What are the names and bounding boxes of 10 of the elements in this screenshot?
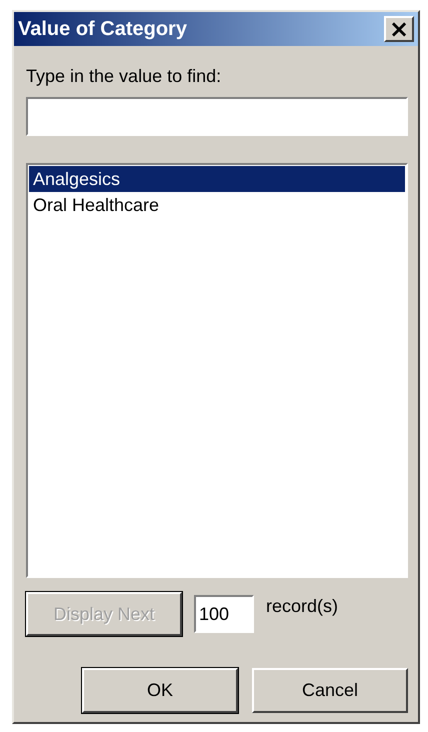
record-count-field[interactable]: 100 xyxy=(194,595,254,633)
list-item[interactable]: Oral Healthcare xyxy=(29,192,405,218)
records-label: record(s) xyxy=(266,596,338,617)
search-field[interactable] xyxy=(26,97,408,136)
dialog-button[interactable]: Cancel xyxy=(252,668,408,713)
close-button[interactable]: × xyxy=(384,16,414,42)
dialog-button[interactable]: OK xyxy=(82,668,238,713)
window-title: Value of Category xyxy=(18,18,187,40)
field-label: Type in the value to find: xyxy=(26,66,222,87)
list-item[interactable]: Analgesics xyxy=(29,166,405,192)
